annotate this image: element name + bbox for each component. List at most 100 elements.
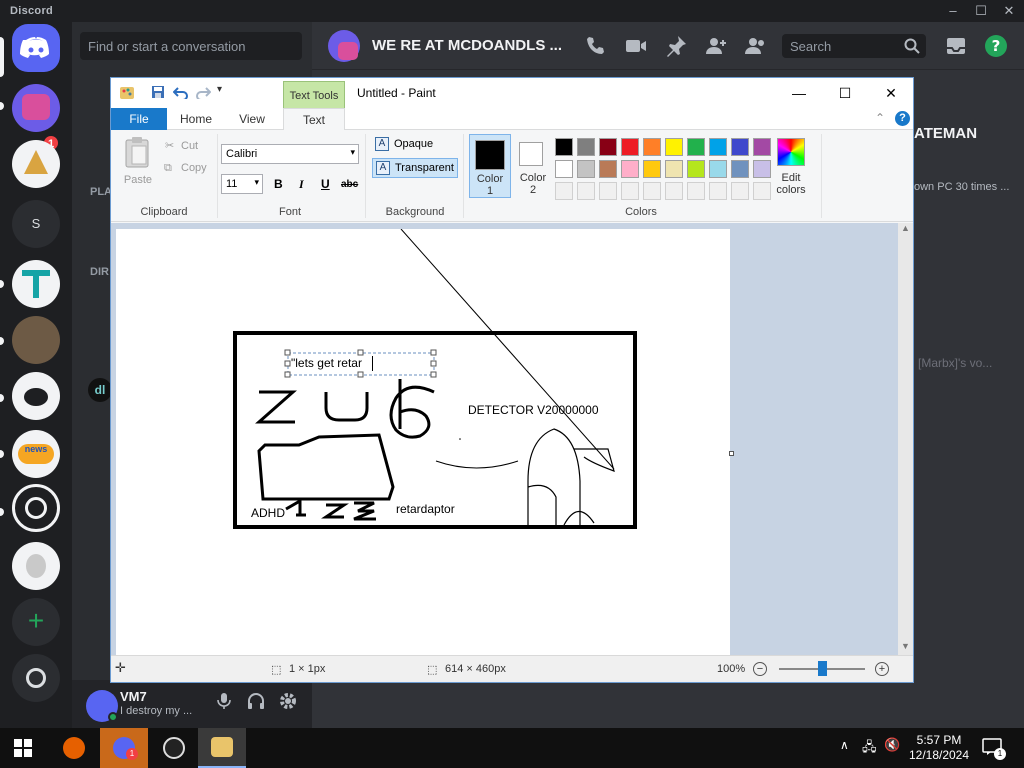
taskbar-clock[interactable]: 5:57 PM 12/18/2024	[904, 733, 974, 763]
color-swatch[interactable]	[621, 138, 639, 156]
headphones-icon[interactable]	[247, 692, 265, 710]
color-swatch[interactable]	[577, 160, 595, 178]
paste-button[interactable]: Paste	[121, 174, 155, 186]
color-swatch[interactable]	[555, 138, 573, 156]
color-swatch[interactable]	[599, 160, 617, 178]
color-swatch[interactable]	[709, 138, 727, 156]
font-size-select[interactable]: 11 ▾	[221, 174, 263, 194]
color2-button[interactable]: Color 2	[513, 134, 553, 198]
close-icon[interactable]: ✕	[996, 2, 1022, 20]
save-icon[interactable]	[151, 85, 165, 99]
tab-text[interactable]: Text	[283, 108, 345, 131]
bold-button[interactable]: B	[274, 177, 283, 191]
discord-home-button[interactable]	[12, 24, 60, 72]
color-swatch[interactable]	[643, 138, 661, 156]
color-swatch[interactable]	[731, 138, 749, 156]
dm-search-input[interactable]: Find or start a conversation	[80, 32, 302, 60]
settings-gear-icon[interactable]	[279, 692, 297, 710]
add-server-icon[interactable]: +	[12, 598, 60, 646]
cut-button[interactable]: Cut	[181, 140, 198, 152]
vertical-scrollbar[interactable]: ▲ ▼	[898, 223, 913, 655]
zoom-out-button[interactable]: −	[753, 662, 767, 676]
custom-color-slot[interactable]	[577, 182, 595, 200]
color1-button[interactable]: Color 1	[469, 134, 511, 198]
color-swatch[interactable]	[555, 160, 573, 178]
strikethrough-button[interactable]: abc	[341, 179, 358, 190]
maximize-icon[interactable]: ☐	[825, 81, 865, 105]
server-icon[interactable]	[12, 542, 60, 590]
tab-file[interactable]: File	[111, 108, 167, 130]
taskbar-app-firefox[interactable]	[50, 728, 98, 768]
video-icon[interactable]	[624, 34, 648, 58]
color-swatch[interactable]	[709, 160, 727, 178]
server-icon[interactable]	[12, 372, 60, 420]
color-swatch[interactable]	[753, 138, 771, 156]
custom-color-slot[interactable]	[665, 182, 683, 200]
color-swatch[interactable]	[665, 138, 683, 156]
undo-icon[interactable]	[173, 85, 189, 99]
custom-color-slot[interactable]	[709, 182, 727, 200]
color-swatch[interactable]	[687, 138, 705, 156]
tray-overflow-icon[interactable]: ∧	[840, 738, 849, 752]
italic-button[interactable]: I	[299, 177, 304, 192]
server-icon-s[interactable]: S	[12, 200, 60, 248]
minimize-icon[interactable]: —	[779, 81, 819, 105]
taskbar-app-obs[interactable]	[150, 728, 198, 768]
color-swatch[interactable]	[577, 138, 595, 156]
network-icon[interactable]: 🖧	[862, 738, 877, 760]
custom-color-slot[interactable]	[731, 182, 749, 200]
opaque-button[interactable]: A Opaque	[372, 135, 458, 155]
typing-text[interactable]: "lets get retar	[291, 356, 362, 370]
windows-start-icon[interactable]	[14, 739, 32, 757]
underline-button[interactable]: U	[321, 177, 330, 191]
close-icon[interactable]: ✕	[871, 81, 911, 105]
taskbar-app-paint[interactable]	[198, 728, 246, 768]
add-friend-icon[interactable]	[704, 34, 728, 58]
custom-color-slot[interactable]	[599, 182, 617, 200]
custom-color-slot[interactable]	[643, 182, 661, 200]
scroll-up-icon[interactable]: ▲	[901, 223, 910, 233]
server-icon[interactable]	[12, 316, 60, 364]
server-icon[interactable]	[12, 484, 60, 532]
server-icon[interactable]	[12, 84, 60, 132]
custom-color-slot[interactable]	[555, 182, 573, 200]
pin-icon[interactable]	[664, 34, 688, 58]
color-swatch[interactable]	[643, 160, 661, 178]
scroll-down-icon[interactable]: ▼	[901, 641, 910, 651]
copy-button[interactable]: Copy	[181, 162, 207, 174]
custom-color-slot[interactable]	[687, 182, 705, 200]
custom-color-slot[interactable]	[621, 182, 639, 200]
tab-view[interactable]: View	[227, 108, 277, 130]
edit-colors-button[interactable]: Edit colors	[767, 172, 815, 196]
explore-icon[interactable]	[12, 654, 60, 702]
minimize-icon[interactable]: –	[940, 2, 966, 20]
tab-home[interactable]: Home	[171, 108, 221, 130]
canvas-resize-handle[interactable]	[729, 451, 734, 456]
members-icon[interactable]	[744, 34, 768, 58]
volume-muted-icon[interactable]: 🔇	[884, 737, 900, 753]
dm-avatar[interactable]: dl	[88, 378, 112, 402]
color-swatch[interactable]	[621, 160, 639, 178]
color-swatch[interactable]	[665, 160, 683, 178]
header-search-input[interactable]: Search	[782, 34, 926, 58]
quick-access-dropdown-icon[interactable]: ▾	[217, 84, 222, 95]
inbox-icon[interactable]	[944, 34, 968, 58]
color-swatch[interactable]	[599, 138, 617, 156]
color-swatch[interactable]	[731, 160, 749, 178]
taskbar-app-discord[interactable]: 1	[100, 728, 148, 768]
zoom-slider-thumb[interactable]	[818, 661, 827, 676]
edit-colors-icon[interactable]	[777, 138, 805, 166]
drawing-canvas[interactable]: "lets get retar DETECTOR V20000000 ADHD …	[116, 229, 730, 655]
transparent-button[interactable]: A Transparent	[372, 158, 458, 178]
call-icon[interactable]	[584, 34, 608, 58]
help-icon[interactable]: ?	[895, 111, 910, 126]
server-icon[interactable]	[12, 140, 60, 188]
minimize-ribbon-icon[interactable]: ⌃	[875, 111, 885, 125]
maximize-icon[interactable]: ☐	[968, 2, 994, 20]
help-icon[interactable]: ?	[984, 34, 1008, 58]
user-avatar[interactable]	[86, 690, 118, 722]
paste-icon[interactable]	[123, 136, 151, 168]
server-icon[interactable]	[12, 260, 60, 308]
font-family-select[interactable]: Calibri ▾	[221, 144, 359, 164]
zoom-in-button[interactable]: +	[875, 662, 889, 676]
